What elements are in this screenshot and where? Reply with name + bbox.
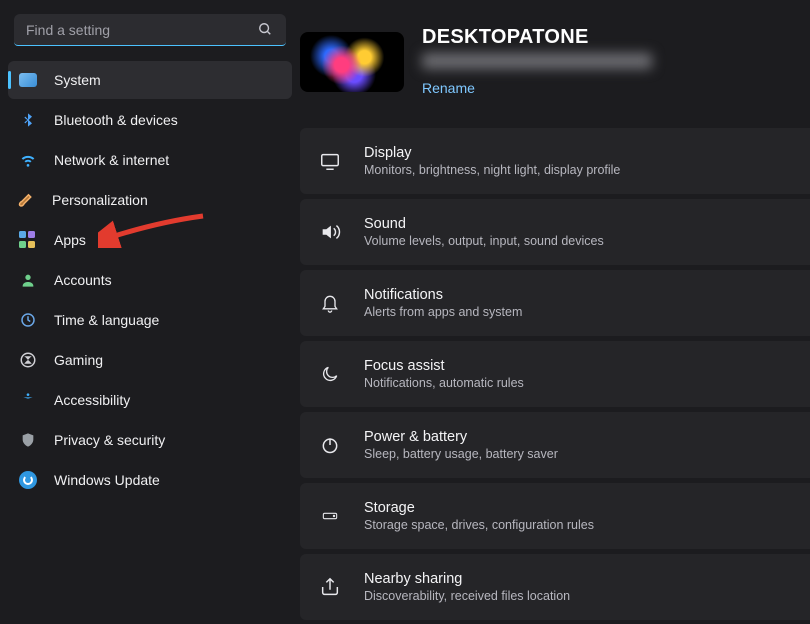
search-input[interactable] — [14, 14, 286, 46]
power-icon — [318, 433, 342, 457]
system-settings-list: Display Monitors, brightness, night ligh… — [300, 128, 810, 620]
card-subtitle: Notifications, automatic rules — [364, 376, 524, 390]
display-icon — [318, 149, 342, 173]
share-icon — [318, 575, 342, 599]
sidebar-item-label: System — [54, 72, 101, 88]
card-title: Display — [364, 145, 620, 161]
settings-nav: System Bluetooth & devices Network & int… — [6, 60, 294, 500]
card-title: Storage — [364, 500, 594, 516]
apps-grid-icon — [18, 230, 38, 250]
card-subtitle: Storage space, drives, configuration rul… — [364, 518, 594, 532]
sidebar-item-network[interactable]: Network & internet — [8, 141, 292, 179]
setting-card-storage[interactable]: Storage Storage space, drives, configura… — [300, 483, 810, 549]
shield-icon — [18, 430, 38, 450]
sidebar-item-label: Bluetooth & devices — [54, 112, 178, 128]
search-icon — [258, 22, 274, 38]
device-info: DESKTOPATONE Rename — [422, 26, 652, 98]
device-header: DESKTOPATONE Rename — [300, 26, 810, 98]
settings-sidebar: System Bluetooth & devices Network & int… — [0, 0, 300, 624]
sidebar-item-label: Network & internet — [54, 152, 169, 168]
sidebar-item-time[interactable]: Time & language — [8, 301, 292, 339]
card-subtitle: Alerts from apps and system — [364, 305, 522, 319]
sidebar-item-bluetooth[interactable]: Bluetooth & devices — [8, 101, 292, 139]
sidebar-item-gaming[interactable]: Gaming — [8, 341, 292, 379]
sidebar-item-system[interactable]: System — [8, 61, 292, 99]
card-title: Notifications — [364, 287, 522, 303]
accessibility-icon — [18, 390, 38, 410]
xbox-icon — [18, 350, 38, 370]
sidebar-item-label: Accounts — [54, 272, 112, 288]
sidebar-item-label: Privacy & security — [54, 432, 165, 448]
sidebar-item-label: Windows Update — [54, 472, 160, 488]
bell-icon — [318, 291, 342, 315]
wifi-icon — [18, 150, 38, 170]
moon-icon — [318, 362, 342, 386]
setting-card-focus[interactable]: Focus assist Notifications, automatic ru… — [300, 341, 810, 407]
card-title: Sound — [364, 216, 604, 232]
card-subtitle: Discoverability, received files location — [364, 589, 570, 603]
search-wrap — [14, 14, 286, 46]
system-page: DESKTOPATONE Rename Display Monitors, br… — [300, 0, 810, 624]
sidebar-item-label: Time & language — [54, 312, 159, 328]
card-title: Focus assist — [364, 358, 524, 374]
sidebar-item-apps[interactable]: Apps — [8, 221, 292, 259]
person-icon — [18, 270, 38, 290]
sidebar-item-update[interactable]: Windows Update — [8, 461, 292, 499]
sidebar-item-accounts[interactable]: Accounts — [8, 261, 292, 299]
sidebar-item-label: Gaming — [54, 352, 103, 368]
card-title: Power & battery — [364, 429, 558, 445]
card-subtitle: Volume levels, output, input, sound devi… — [364, 234, 604, 248]
sidebar-item-label: Apps — [54, 232, 86, 248]
card-subtitle: Monitors, brightness, night light, displ… — [364, 163, 620, 177]
setting-card-display[interactable]: Display Monitors, brightness, night ligh… — [300, 128, 810, 194]
card-title: Nearby sharing — [364, 571, 570, 587]
device-wallpaper-thumb — [300, 32, 404, 92]
monitor-icon — [18, 70, 38, 90]
setting-card-notifications[interactable]: Notifications Alerts from apps and syste… — [300, 270, 810, 336]
sidebar-item-label: Accessibility — [54, 392, 130, 408]
clock-globe-icon — [18, 310, 38, 330]
bluetooth-icon — [18, 110, 38, 130]
setting-card-nearby[interactable]: Nearby sharing Discoverability, received… — [300, 554, 810, 620]
setting-card-power[interactable]: Power & battery Sleep, battery usage, ba… — [300, 412, 810, 478]
paintbrush-icon — [18, 191, 36, 209]
device-model-redacted — [422, 53, 652, 69]
sidebar-item-label: Personalization — [52, 192, 148, 208]
update-icon — [18, 470, 38, 490]
sidebar-item-personalization[interactable]: Personalization — [8, 181, 292, 219]
device-name: DESKTOPATONE — [422, 26, 652, 49]
rename-link[interactable]: Rename — [422, 80, 475, 96]
sidebar-item-accessibility[interactable]: Accessibility — [8, 381, 292, 419]
sound-icon — [318, 220, 342, 244]
sidebar-item-privacy[interactable]: Privacy & security — [8, 421, 292, 459]
card-subtitle: Sleep, battery usage, battery saver — [364, 447, 558, 461]
storage-icon — [318, 504, 342, 528]
setting-card-sound[interactable]: Sound Volume levels, output, input, soun… — [300, 199, 810, 265]
